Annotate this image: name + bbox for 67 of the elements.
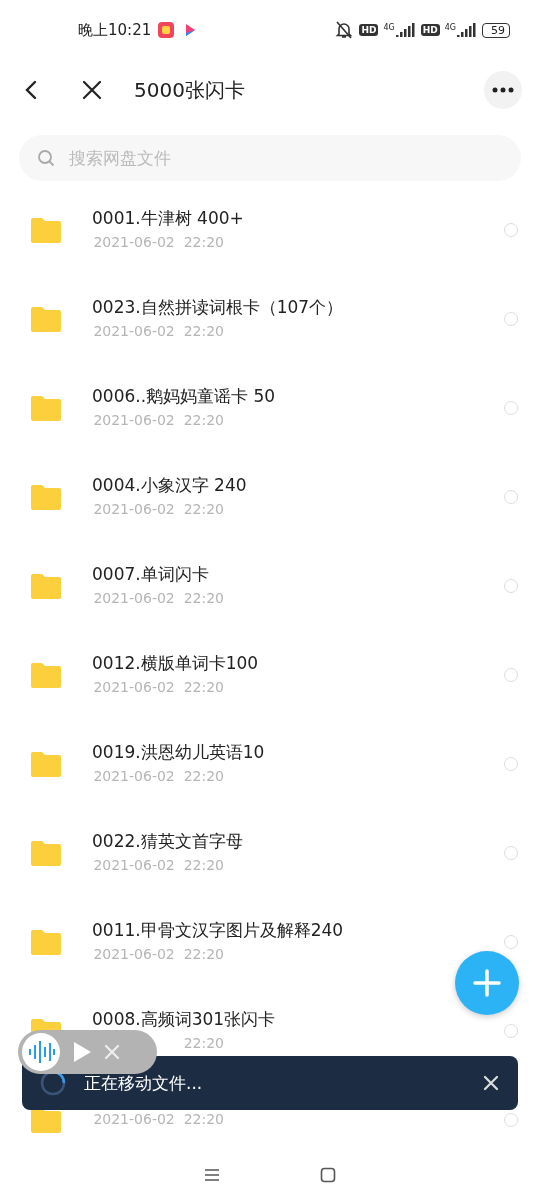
menu-button[interactable]: [204, 1168, 220, 1182]
more-button[interactable]: [484, 71, 522, 109]
hd-badge: HD: [420, 24, 440, 36]
status-time: 晚上10:21: [78, 20, 152, 40]
folder-icon: [30, 482, 62, 511]
select-radio[interactable]: [504, 400, 518, 415]
search-field[interactable]: 搜索网盘文件: [19, 135, 521, 181]
folder-icon: [30, 838, 62, 867]
select-radio[interactable]: [504, 311, 518, 326]
file-date: 2021-06-02 22:20: [92, 1111, 224, 1128]
file-name[interactable]: 0006..鹅妈妈童谣卡 50: [92, 386, 504, 407]
select-radio[interactable]: [504, 934, 518, 949]
folder-icon: [30, 215, 62, 244]
add-button[interactable]: [455, 951, 519, 1015]
file-name[interactable]: 0023.自然拼读词根卡（107个）: [92, 297, 504, 318]
file-name[interactable]: 0008.高频词301张闪卡: [92, 1009, 504, 1030]
file-name[interactable]: 0022.猜英文首字母: [92, 831, 504, 852]
more-icon: [492, 87, 514, 93]
folder-icon: [30, 660, 62, 689]
file-date: 2021-06-02 22:20: [92, 590, 224, 607]
file-date: 2021-06-02 22:20: [92, 412, 224, 429]
file-date: 2021-06-02 22:20: [92, 323, 224, 340]
folder-icon: [30, 927, 62, 956]
file-name[interactable]: 0001.牛津树 400+: [92, 208, 504, 229]
select-radio[interactable]: [504, 1023, 518, 1038]
folder-icon: [30, 571, 62, 600]
select-radio[interactable]: [504, 578, 518, 593]
file-date: 2021-06-02 22:20: [92, 857, 224, 874]
file-name[interactable]: 0019.洪恩幼儿英语10: [92, 742, 504, 763]
file-date: 22:20: [182, 1035, 224, 1052]
plus-icon: [472, 968, 502, 998]
signal-icon: [395, 23, 416, 37]
file-date: 2021-06-02 22:20: [92, 768, 224, 785]
folder-icon: [30, 393, 62, 422]
folder-icon: [30, 304, 62, 333]
file-name[interactable]: 0012.横版单词卡100: [92, 653, 504, 674]
select-radio[interactable]: [504, 489, 518, 504]
select-radio[interactable]: [504, 222, 518, 237]
network-type: 4G: [383, 23, 395, 32]
hd-badge: HD: [359, 24, 379, 36]
home-button[interactable]: [320, 1167, 336, 1183]
file-date: 2021-06-02 22:20: [92, 501, 224, 518]
select-radio[interactable]: [504, 756, 518, 771]
voice-button[interactable]: [22, 1033, 60, 1071]
play-button[interactable]: [72, 1041, 92, 1063]
mute-bell-icon: [334, 20, 355, 40]
file-name[interactable]: 0004.小象汉字 240: [92, 475, 504, 496]
toast-message: 正在移动文件...: [84, 1071, 204, 1095]
sound-wave-icon: [27, 1041, 55, 1063]
select-radio[interactable]: [504, 845, 518, 860]
file-date: 2021-06-02 22:20: [92, 946, 224, 963]
signal-icon: [457, 23, 477, 37]
folder-icon: [30, 749, 62, 778]
page-title: 5000张闪卡: [134, 76, 246, 104]
file-name[interactable]: 0007.单词闪卡: [92, 564, 504, 585]
close-button[interactable]: [80, 78, 104, 102]
file-name[interactable]: 0011.甲骨文汉字图片及解释240: [92, 920, 504, 941]
search-icon: [37, 149, 55, 167]
close-button[interactable]: [482, 1074, 500, 1092]
search-input[interactable]: 搜索网盘文件: [67, 147, 503, 169]
network-type: 4G: [444, 23, 456, 32]
select-radio[interactable]: [504, 667, 518, 682]
file-date: 2021-06-02 22:20: [92, 679, 224, 696]
file-date: 2021-06-02 22:20: [92, 234, 224, 251]
select-radio[interactable]: [504, 1112, 518, 1127]
battery-level: 59: [482, 22, 510, 38]
app-icon: [157, 21, 176, 39]
